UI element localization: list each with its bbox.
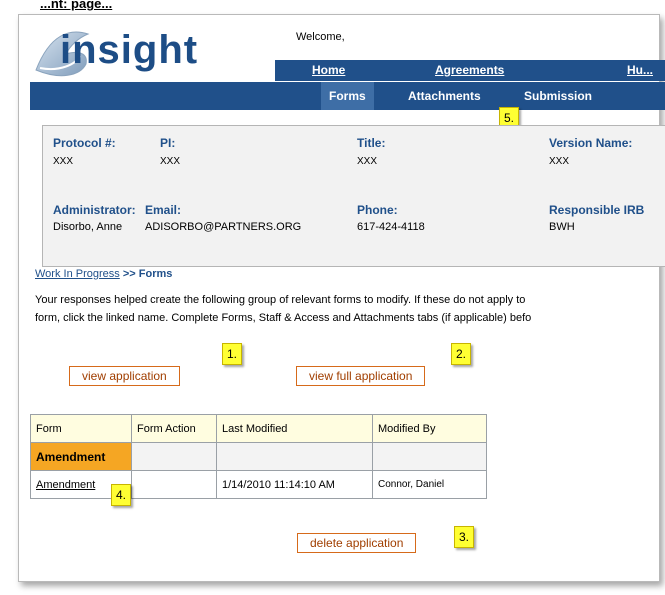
forms-table: Form Form Action Last Modified Modified … [30,414,487,499]
title-value: XXX [357,156,378,167]
table-group-row: Amendment [30,442,487,471]
nav-home[interactable]: Home [312,63,345,77]
phone-label: Phone: [357,203,398,217]
column-header-last-modified: Last Modified [216,414,373,443]
secondary-nav: Forms Attachments Submission [30,82,665,110]
tab-forms[interactable]: Forms [321,82,374,110]
table-row: Amendment 1/14/2010 11:14:10 AM Connor, … [30,470,487,499]
nav-agreements[interactable]: Agreements [435,63,504,77]
group-cell [372,442,487,471]
protocol-info-panel: Protocol #: XXX PI: XXX Title: XXX Versi… [42,125,665,267]
tab-submission[interactable]: Submission [516,82,600,110]
view-full-application-button[interactable]: view full application [296,366,426,386]
table-header-row: Form Form Action Last Modified Modified … [30,414,487,443]
group-label-amendment: Amendment [30,442,132,471]
primary-nav: Home Agreements Hu... [275,60,665,81]
group-cell [131,442,217,471]
logo-text: insight [60,28,199,72]
column-header-form-action: Form Action [131,414,217,443]
instructions-line-1: Your responses helped create the followi… [35,294,526,306]
instructions-text: Your responses helped create the followi… [35,291,665,327]
irb-value: BWH [549,221,575,233]
welcome-text: Welcome, [296,31,345,43]
nav-human[interactable]: Hu... [627,63,653,77]
version-value: XXX [549,156,570,167]
form-link-amendment[interactable]: Amendment [36,479,95,491]
pi-value: XXX [160,156,181,167]
last-modified-cell: 1/14/2010 11:14:10 AM [216,470,373,499]
page-heading: ...nt: page... [40,0,113,11]
email-label: Email: [145,203,182,217]
instructions-line-2: form, click the linked name. Complete Fo… [35,312,532,324]
view-application-button[interactable]: view application [69,366,180,386]
delete-application-button[interactable]: delete application [297,533,417,553]
column-header-form: Form [30,414,132,443]
breadcrumb: Work In Progress >> Forms [35,268,172,280]
breadcrumb-separator: >> [119,268,139,280]
breadcrumb-current: Forms [138,268,173,280]
protocol-label: Protocol #: [53,136,116,150]
title-label: Title: [357,136,386,150]
callout-1: 1. [222,343,242,365]
tab-attachments[interactable]: Attachments [400,82,489,110]
callout-4: 4. [111,484,131,506]
modified-by-cell: Connor, Daniel [372,470,487,499]
administrator-value: Disorbo, Anne [53,221,123,233]
pi-label: PI: [160,136,176,150]
callout-2: 2. [451,343,471,365]
group-cell [216,442,373,471]
phone-value: 617-424-4118 [357,221,425,233]
protocol-value: XXX [53,156,74,167]
administrator-label: Administrator: [53,203,136,217]
email-value: ADISORBO@PARTNERS.ORG [145,221,302,233]
column-header-modified-by: Modified By [372,414,487,443]
callout-3: 3. [454,526,474,548]
form-action-cell [131,470,217,499]
breadcrumb-work-in-progress[interactable]: Work In Progress [35,268,120,280]
version-label: Version Name: [549,136,633,150]
irb-label: Responsible IRB [549,203,645,217]
